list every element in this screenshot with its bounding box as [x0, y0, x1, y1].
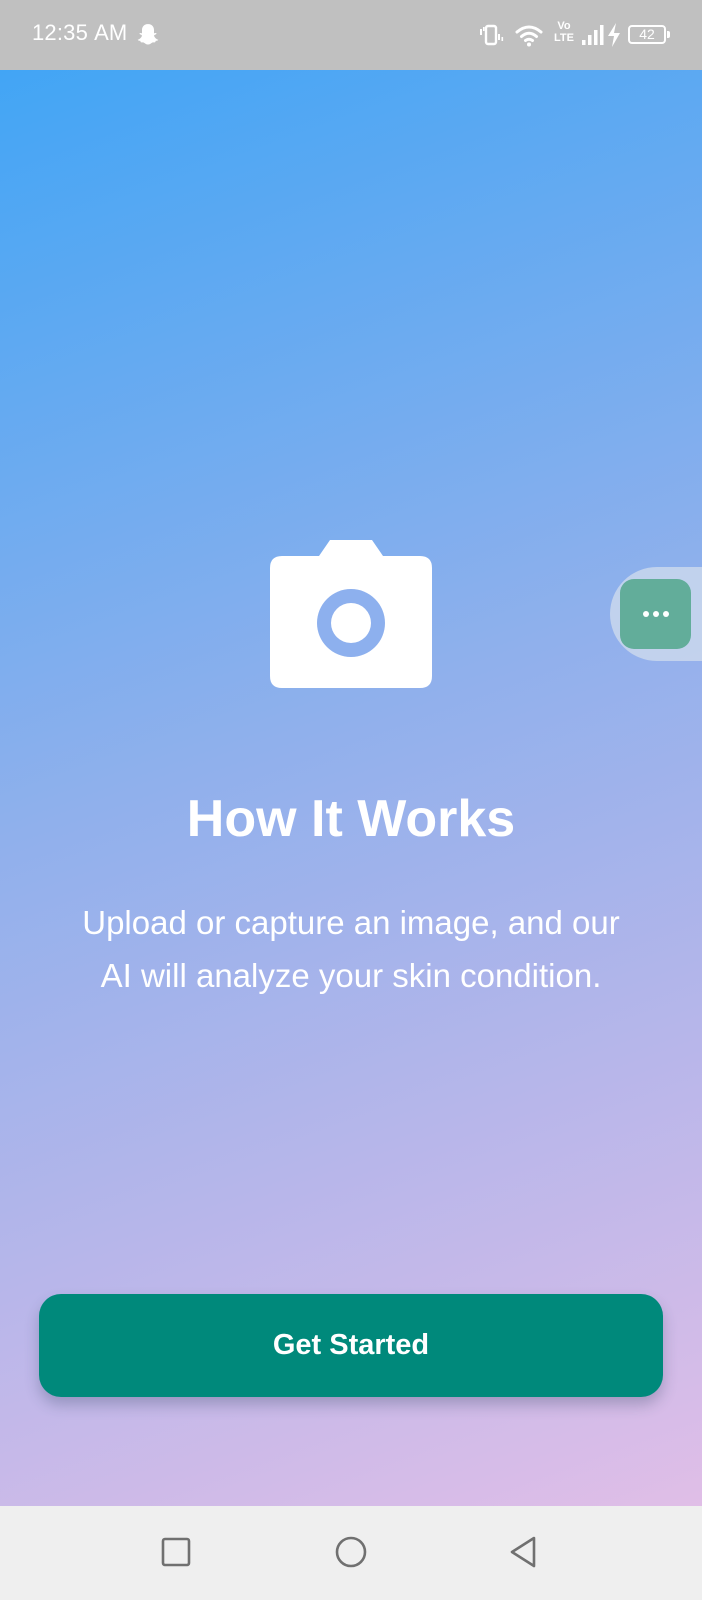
volte-indicator: Vo LTE — [551, 20, 577, 50]
status-time: 12:35 AM — [32, 20, 127, 46]
volte-bottom: LTE — [554, 32, 574, 44]
signal-icon — [582, 25, 604, 45]
onboarding-screen: How It Works Upload or capture an image,… — [0, 70, 702, 1506]
snapchat-icon — [137, 24, 159, 45]
vibrate-icon — [480, 24, 504, 46]
onboarding-title: How It Works — [186, 790, 516, 848]
more-dot-3 — [662, 611, 669, 617]
floating-more-button[interactable] — [620, 579, 691, 649]
home-icon[interactable] — [331, 1532, 371, 1572]
navigation-bar — [0, 1506, 702, 1600]
volte-top: Vo — [557, 20, 571, 32]
status-time-value: 12:35 — [32, 20, 89, 45]
recent-apps-icon[interactable] — [156, 1532, 196, 1572]
status-time-ampm: AM — [94, 20, 128, 45]
back-icon[interactable] — [504, 1532, 544, 1572]
battery-level: 42 — [639, 26, 655, 42]
more-dots-icon — [642, 611, 649, 617]
wifi-icon — [515, 25, 543, 47]
camera-icon — [270, 540, 432, 688]
battery-icon: 42 — [628, 25, 670, 44]
status-bar: 12:35 AM Vo LTE 42 — [0, 0, 702, 70]
get-started-button[interactable]: Get Started — [39, 1294, 663, 1397]
onboarding-description: Upload or capture an image, and our AI w… — [82, 904, 620, 994]
charging-icon — [608, 23, 620, 47]
more-dot-2 — [652, 611, 659, 617]
